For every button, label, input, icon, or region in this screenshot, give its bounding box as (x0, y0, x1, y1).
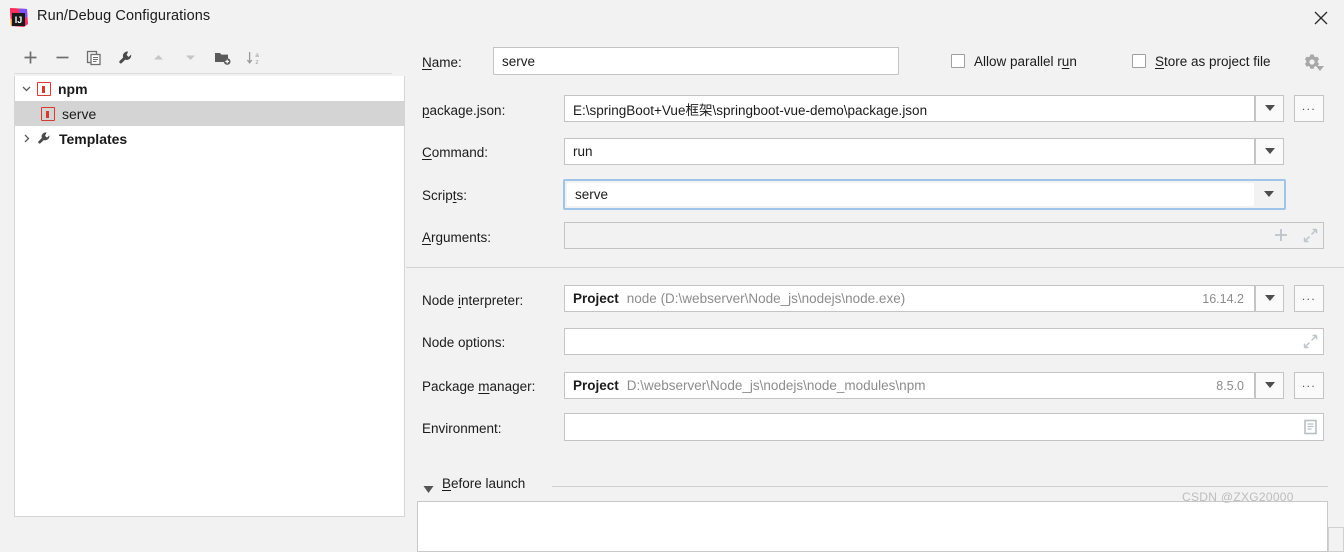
remove-configuration-button[interactable] (46, 45, 78, 71)
arguments-expand-icon[interactable] (1303, 228, 1318, 246)
tree-toolbar: a z (14, 44, 276, 71)
scripts-label: Scripts: (422, 188, 468, 203)
npm-icon (41, 106, 55, 121)
tree-node-label: Templates (59, 130, 128, 147)
configuration-form: Name: serve Allow parallel run Store as … (406, 35, 1344, 552)
browse-label: ... (1301, 289, 1317, 303)
environment-input[interactable] (564, 413, 1324, 441)
name-input[interactable]: serve (493, 47, 899, 75)
node-interpreter-input[interactable]: Project node (D:\webserver\Node_js\nodej… (564, 285, 1255, 312)
command-value: run (573, 144, 593, 159)
configurations-tree-panel: a z npm serve Templates (0, 35, 406, 517)
package-json-input[interactable]: E:\springBoot+Vue框架\springboot-vue-demo\… (564, 95, 1255, 122)
store-as-project-file-label[interactable]: Store as project file (1155, 54, 1271, 69)
svg-text:a: a (255, 52, 259, 59)
tree-node-npm[interactable]: npm (15, 76, 404, 101)
package-manager-dropdown-button[interactable] (1255, 372, 1284, 399)
chevron-down-icon[interactable] (15, 83, 37, 94)
package-json-label: package.json: (422, 103, 506, 118)
scripts-value: serve (575, 187, 609, 202)
arguments-input[interactable] (564, 222, 1324, 249)
package-manager-label: Package manager: (422, 379, 536, 394)
node-options-label: Node options: (422, 335, 506, 350)
scripts-input[interactable]: serve (567, 183, 1254, 206)
node-options-input[interactable] (564, 328, 1324, 355)
chevron-right-icon[interactable] (15, 133, 37, 144)
before-launch-collapse-icon[interactable] (423, 482, 434, 497)
package-json-browse-button[interactable]: ... (1294, 95, 1324, 122)
store-as-project-file-checkbox[interactable] (1132, 54, 1146, 68)
watermark: CSDN @ZXG20000 (1182, 490, 1294, 504)
toolbar-separator (14, 73, 392, 74)
window-title: Run/Debug Configurations (37, 8, 211, 24)
scripts-dropdown-button[interactable] (1254, 183, 1283, 206)
run-debug-configurations-dialog: IJ Run/Debug Configurations a z npm serv… (0, 0, 1344, 552)
copy-configuration-button[interactable] (78, 45, 110, 71)
command-input[interactable]: run (564, 138, 1255, 165)
section-separator (406, 267, 1344, 268)
move-down-button[interactable] (174, 45, 206, 71)
package-manager-version: 8.5.0 (1216, 378, 1244, 393)
configurations-tree[interactable]: npm serve Templates (14, 76, 405, 517)
arguments-add-button[interactable] (1274, 228, 1288, 245)
node-options-expand-icon[interactable] (1303, 334, 1318, 352)
wrench-icon (37, 131, 52, 146)
intellij-idea-logo: IJ (8, 7, 29, 28)
edit-templates-button[interactable] (110, 45, 142, 71)
svg-text:z: z (255, 59, 258, 66)
tree-node-templates[interactable]: Templates (15, 126, 404, 151)
environment-label: Environment: (422, 421, 502, 436)
move-up-button[interactable] (142, 45, 174, 71)
npm-icon (37, 81, 51, 96)
tree-node-label: npm (58, 80, 88, 97)
tree-node-label: serve (62, 105, 97, 122)
sort-alphabetically-button[interactable]: a z (238, 45, 270, 71)
before-launch-label[interactable]: Before launch (442, 476, 525, 491)
browse-label: ... (1301, 376, 1317, 390)
command-dropdown-button[interactable] (1255, 138, 1284, 165)
node-interpreter-browse-button[interactable]: ... (1294, 285, 1324, 312)
add-configuration-button[interactable] (14, 45, 46, 71)
package-json-dropdown-button[interactable] (1255, 95, 1284, 122)
environment-variables-icon[interactable] (1303, 419, 1318, 438)
name-value: serve (502, 53, 536, 69)
package-manager-scope: Project (573, 378, 619, 393)
tree-node-serve[interactable]: serve (15, 101, 404, 126)
arguments-label: Arguments: (422, 230, 492, 245)
node-interpreter-dropdown-button[interactable] (1255, 285, 1284, 312)
node-interpreter-path: node (D:\webserver\Node_js\nodejs\node.e… (626, 291, 906, 306)
browse-label: ... (1301, 99, 1317, 113)
command-label: Command: (422, 145, 489, 160)
before-launch-scrollbar[interactable] (1328, 527, 1344, 552)
new-folder-button[interactable] (206, 45, 238, 71)
before-launch-task-list[interactable] (417, 501, 1328, 552)
node-interpreter-version: 16.14.2 (1202, 291, 1244, 306)
allow-parallel-run-checkbox[interactable] (951, 54, 965, 68)
node-interpreter-scope: Project (573, 291, 619, 306)
gear-dropdown-icon[interactable] (1303, 53, 1324, 74)
package-manager-path: D:\webserver\Node_js\nodejs\node_modules… (626, 378, 926, 393)
close-icon[interactable] (1298, 0, 1344, 35)
before-launch-separator-line (552, 486, 1328, 487)
name-label: Name: (422, 55, 462, 70)
allow-parallel-run-label[interactable]: Allow parallel run (974, 54, 1077, 69)
node-interpreter-label: Node interpreter: (422, 293, 524, 308)
package-manager-browse-button[interactable]: ... (1294, 372, 1324, 399)
package-manager-input[interactable]: Project D:\webserver\Node_js\nodejs\node… (564, 372, 1255, 399)
package-json-value: E:\springBoot+Vue框架\springboot-vue-demo\… (573, 102, 928, 118)
title-bar: IJ Run/Debug Configurations (0, 0, 1344, 35)
svg-text:IJ: IJ (15, 15, 23, 25)
